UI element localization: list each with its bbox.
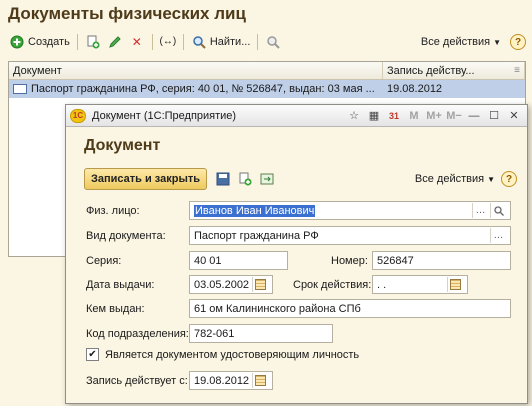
record-from-value: 19.08.2012 xyxy=(194,374,250,387)
search-icon[interactable] xyxy=(490,203,506,218)
dialog-window-title: Документ (1С:Предприятие) xyxy=(92,109,237,122)
toolbar-separator xyxy=(257,34,259,50)
is-identity-checkbox[interactable]: ✔ xyxy=(86,348,99,361)
toolbar-separator xyxy=(76,34,78,50)
find-button[interactable]: Найти... xyxy=(188,31,254,53)
document-dialog: 1С Документ (1С:Предприятие) ☆ ▦ 31 M M+… xyxy=(65,104,528,404)
expand-button[interactable]: (↔) xyxy=(157,31,179,53)
issue-date-value: 03.05.2002 xyxy=(194,278,250,291)
dialog-toolbar: Записать и закрыть Все действия ▼ ? xyxy=(84,167,517,191)
number-value: 526847 xyxy=(377,254,414,267)
issue-date-label: Дата выдачи: xyxy=(86,279,155,291)
app-logo: 1С xyxy=(70,108,86,123)
series-label: Серия: xyxy=(86,255,122,267)
find-label: Найти... xyxy=(209,36,251,48)
create-button[interactable]: Создать xyxy=(6,31,73,53)
dialog-heading: Документ xyxy=(84,137,161,154)
record-from-label: Запись действует с: xyxy=(86,375,188,387)
ellipsis-icon[interactable]: … xyxy=(490,228,506,243)
column-header-document[interactable]: Документ xyxy=(9,62,383,79)
valid-until-label: Срок действия: xyxy=(293,279,372,291)
page-title: Документы физических лиц xyxy=(8,4,246,23)
list-header: Документ Запись действу... ≡ xyxy=(9,62,525,80)
refresh-icon[interactable] xyxy=(259,171,275,187)
calendar-icon[interactable] xyxy=(252,277,268,292)
dialog-all-actions-label: Все действия xyxy=(414,173,485,185)
create-label: Создать xyxy=(28,36,70,48)
doc-type-field[interactable]: Паспорт гражданина РФ … xyxy=(189,226,511,245)
calendar-icon[interactable] xyxy=(447,277,463,292)
save-icon[interactable] xyxy=(215,171,231,187)
expand-icon: (↔) xyxy=(159,36,177,47)
is-identity-label: Является документом удостоверяющим лично… xyxy=(105,348,360,361)
copy-button[interactable] xyxy=(82,31,104,53)
column-header-record-date-label: Запись действу... xyxy=(387,64,475,77)
document-text: Паспорт гражданина РФ, серия: 40 01, № 5… xyxy=(31,83,375,95)
document-icon xyxy=(13,84,27,94)
doc-type-label: Вид документа: xyxy=(86,230,166,242)
issued-by-label: Кем выдан: xyxy=(86,303,145,315)
memory-minus-icon[interactable]: M− xyxy=(445,108,463,124)
minimize-icon[interactable]: — xyxy=(465,108,483,124)
window-buttons: ☆ ▦ 31 M M+ M− — ☐ ✕ xyxy=(343,108,523,124)
edit-button[interactable] xyxy=(104,31,126,53)
valid-until-value: . . xyxy=(377,278,387,291)
dept-code-value: 782-061 xyxy=(194,327,235,340)
search-cancel-icon xyxy=(265,34,281,50)
valid-until-field[interactable]: . . xyxy=(372,275,468,294)
copy-icon xyxy=(85,34,101,50)
calendar-icon[interactable]: 31 xyxy=(385,108,403,124)
chevron-down-icon: ▼ xyxy=(493,37,501,47)
search-icon xyxy=(191,34,207,50)
table-row[interactable]: Паспорт гражданина РФ, серия: 40 01, № 5… xyxy=(9,80,525,98)
pencil-icon xyxy=(107,34,123,50)
copy-icon[interactable] xyxy=(237,171,253,187)
dialog-titlebar: 1С Документ (1С:Предприятие) ☆ ▦ 31 M M+… xyxy=(66,105,527,127)
delete-button[interactable]: ✕ xyxy=(126,31,148,53)
ellipsis-icon[interactable]: … xyxy=(472,203,488,218)
doc-type-value: Паспорт гражданина РФ xyxy=(194,229,319,242)
dept-code-field[interactable]: 782-061 xyxy=(189,324,333,343)
chevron-down-icon: ▼ xyxy=(487,174,495,184)
memory-plus-icon[interactable]: M+ xyxy=(425,108,443,124)
issued-by-value: 61 ом Калининского района СПб xyxy=(194,302,361,315)
all-actions-button[interactable]: Все действия ▼ xyxy=(418,31,504,53)
person-value: Иванов Иван Иванович xyxy=(194,204,316,217)
maximize-icon[interactable]: ☐ xyxy=(485,108,503,124)
record-from-field[interactable]: 19.08.2012 xyxy=(189,371,273,390)
issue-date-field[interactable]: 03.05.2002 xyxy=(189,275,273,294)
column-header-record-date[interactable]: Запись действу... ≡ xyxy=(383,62,525,79)
series-value: 40 01 xyxy=(194,254,222,267)
dept-code-label: Код подразделения: xyxy=(86,328,189,340)
memory-m-icon[interactable]: M xyxy=(405,108,423,124)
person-field[interactable]: Иванов Иван Иванович … xyxy=(189,201,511,220)
calculator-icon[interactable]: ▦ xyxy=(365,108,383,124)
close-icon[interactable]: ✕ xyxy=(505,108,523,124)
favorite-icon[interactable]: ☆ xyxy=(345,108,363,124)
toolbar-separator xyxy=(151,34,153,50)
help-icon[interactable]: ? xyxy=(501,171,517,187)
all-actions-label: Все действия xyxy=(420,36,491,48)
toolbar-separator xyxy=(182,34,184,50)
number-field[interactable]: 526847 xyxy=(372,251,511,270)
issued-by-field[interactable]: 61 ом Калининского района СПб xyxy=(189,299,511,318)
list-toolbar: Создать ✕ (↔) Найти... Все действия ▼ ? xyxy=(6,30,526,54)
filter-icon[interactable]: ≡ xyxy=(514,65,520,76)
close-icon: ✕ xyxy=(131,35,142,49)
add-icon xyxy=(9,34,25,50)
calendar-icon[interactable] xyxy=(252,373,268,388)
series-field[interactable]: 40 01 xyxy=(189,251,288,270)
cancel-search-button[interactable] xyxy=(262,31,284,53)
table-cell-document: Паспорт гражданина РФ, серия: 40 01, № 5… xyxy=(9,83,383,95)
dialog-all-actions-button[interactable]: Все действия ▼ xyxy=(415,173,495,185)
person-label: Физ. лицо: xyxy=(86,205,140,217)
save-and-close-button[interactable]: Записать и закрыть xyxy=(84,168,208,190)
table-cell-date: 19.08.2012 xyxy=(387,83,443,95)
is-identity-checkbox-row[interactable]: ✔ Является документом удостоверяющим лич… xyxy=(86,348,359,361)
help-icon[interactable]: ? xyxy=(510,34,526,50)
number-label: Номер: xyxy=(331,255,368,267)
